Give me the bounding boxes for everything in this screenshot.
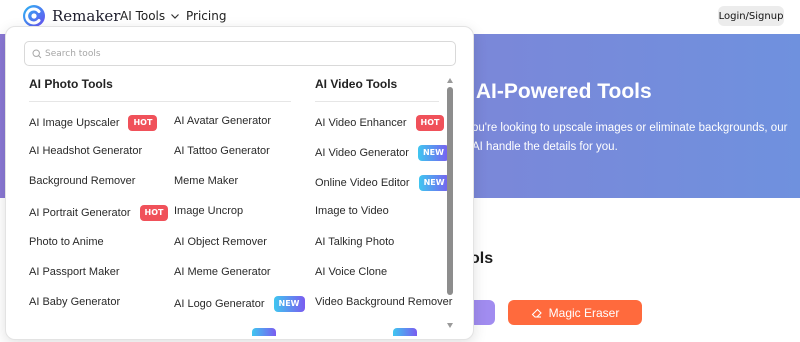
tool-link-label: AI Passport Maker — [29, 266, 120, 278]
tool-link[interactable]: AI Voice Clone — [315, 266, 387, 278]
dropdown-scrollbar-thumb[interactable] — [447, 87, 453, 295]
tool-link[interactable]: AI Passport Maker — [29, 266, 119, 278]
tool-link[interactable]: AI Baby Generator — [29, 296, 120, 308]
new-badge: NEW — [273, 296, 305, 312]
tool-link-label: Meme Maker — [174, 175, 239, 187]
tool-link[interactable]: AI Headshot Generator — [29, 145, 142, 157]
login-signup-button[interactable]: Login/Signup — [718, 6, 784, 26]
hero-description-line1: ou're looking to upscale images or elimi… — [472, 122, 788, 134]
scroll-down-arrow-icon[interactable] — [447, 323, 453, 328]
tool-search-input[interactable] — [45, 45, 445, 62]
tool-link[interactable]: AI Meme Generator — [174, 266, 271, 278]
tool-link[interactable]: AI Portrait Generator HOT — [29, 205, 169, 221]
tool-link[interactable]: AI Video Enhancer HOT — [315, 115, 445, 131]
tool-link-label: Video Background Remover — [315, 296, 453, 308]
hot-badge: HOT — [128, 115, 158, 131]
tool-link[interactable]: AI Avatar Generator — [174, 115, 271, 127]
video-tools-divider — [315, 101, 439, 102]
tool-link-label: AI Video Generator — [315, 147, 409, 159]
tool-link[interactable]: Video Background Remover — [315, 296, 452, 308]
tool-link-label: Photo to Anime — [29, 236, 104, 248]
tool-link-label: AI Baby Generator — [29, 296, 121, 308]
tool-link[interactable]: Background Remover — [29, 175, 135, 187]
tool-link-label: Image to Video — [315, 205, 389, 217]
nav-ai-tools-label: AI Tools — [120, 9, 166, 23]
tool-link-label: AI Voice Clone — [315, 266, 388, 278]
tool-link[interactable]: Image Uncrop — [174, 205, 243, 217]
magic-eraser-button[interactable]: Magic Eraser — [508, 300, 642, 325]
partial-new-badge — [252, 328, 276, 336]
tool-link-label: Online Video Editor — [315, 177, 410, 189]
tool-link[interactable]: Image to Video — [315, 205, 389, 217]
magic-eraser-label: Magic Eraser — [548, 305, 620, 320]
tool-link[interactable]: Photo to Anime — [29, 236, 104, 248]
hero-description-line2: AI handle the details for you. — [472, 141, 618, 153]
scroll-up-arrow-icon[interactable] — [447, 78, 453, 83]
tool-link[interactable]: AI Logo Generator NEW — [174, 296, 305, 312]
tool-link-label: AI Object Remover — [174, 236, 267, 248]
tool-link[interactable]: AI Image Upscaler HOT — [29, 115, 158, 131]
tool-link-label: AI Logo Generator — [174, 298, 265, 310]
hot-badge: HOT — [415, 115, 445, 131]
tool-link-label: AI Talking Photo — [315, 236, 395, 248]
tool-link-label: Background Remover — [29, 175, 136, 187]
tool-link-label: AI Meme Generator — [174, 266, 271, 278]
tool-link-label: AI Headshot Generator — [29, 145, 143, 157]
nav-pricing[interactable]: Pricing — [186, 9, 226, 23]
tool-link[interactable]: AI Talking Photo — [315, 236, 394, 248]
tool-link[interactable]: Online Video Editor NEW — [315, 175, 450, 191]
partial-new-badge — [393, 328, 417, 336]
tool-link-label: AI Tattoo Generator — [174, 145, 270, 157]
tool-link[interactable]: AI Video Generator NEW — [315, 145, 449, 161]
ai-tools-dropdown: AI Photo Tools AI Video Tools AI Image U… — [5, 26, 474, 340]
tool-link[interactable]: AI Tattoo Generator — [174, 145, 270, 157]
tool-link[interactable]: Meme Maker — [174, 175, 238, 187]
tool-link-label: AI Video Enhancer — [315, 117, 407, 129]
new-badge: NEW — [418, 175, 450, 191]
remaker-logo-icon[interactable] — [22, 4, 46, 28]
tool-link-label: Image Uncrop — [174, 205, 244, 217]
tool-link-label: AI Avatar Generator — [174, 115, 272, 127]
ai-photo-tools-heading: AI Photo Tools — [29, 77, 113, 91]
tool-link[interactable]: AI Object Remover — [174, 236, 267, 248]
ai-video-tools-heading: AI Video Tools — [315, 77, 398, 91]
search-icon — [32, 49, 42, 59]
tool-link-label: AI Portrait Generator — [29, 207, 131, 219]
photo-tools-divider — [29, 101, 291, 102]
new-badge: NEW — [417, 145, 449, 161]
tool-link-label: AI Image Upscaler — [29, 117, 120, 129]
brand-name[interactable]: Remaker — [52, 7, 120, 25]
eraser-icon — [531, 308, 542, 318]
nav-ai-tools[interactable]: AI Tools — [120, 9, 180, 23]
hero-title: n AI-Powered Tools — [458, 80, 652, 103]
hot-badge: HOT — [139, 205, 169, 221]
tool-search-box[interactable] — [24, 41, 456, 66]
chevron-down-icon — [171, 14, 180, 19]
